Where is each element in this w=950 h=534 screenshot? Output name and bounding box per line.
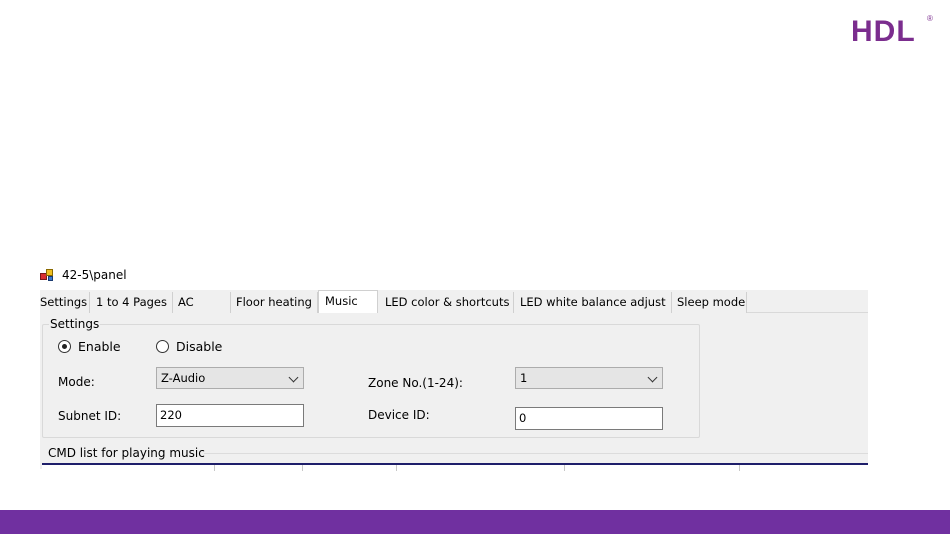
window-title-bar: 42-5\panel — [40, 265, 127, 285]
tab-ac[interactable]: AC — [173, 292, 231, 313]
tab-settings[interactable]: Settings — [40, 292, 90, 313]
column-divider — [396, 465, 397, 471]
device-id-input[interactable]: 0 — [515, 407, 663, 430]
tab-floor-heating[interactable]: Floor heating — [231, 292, 318, 313]
app-icon — [40, 268, 54, 282]
radio-checked-icon — [58, 340, 71, 353]
zone-value: 1 — [520, 371, 528, 385]
disable-radio[interactable]: Disable — [156, 339, 222, 354]
mode-select[interactable]: Z-Audio — [156, 367, 304, 389]
chevron-down-icon — [288, 372, 299, 383]
column-divider — [739, 465, 740, 471]
radio-unchecked-icon — [156, 340, 169, 353]
hdl-logo: HDL ® — [851, 14, 935, 48]
tab-led-white-balance[interactable]: LED white balance adjust — [514, 292, 672, 313]
tab-strip: Settings 1 to 4 Pages AC Floor heating M… — [40, 290, 868, 314]
logo-text: HDL — [851, 15, 916, 48]
column-divider — [214, 465, 215, 471]
zone-label: Zone No.(1-24): — [368, 376, 463, 390]
tab-led-color-shortcuts[interactable]: LED color & shortcuts — [378, 292, 514, 313]
disable-label: Disable — [176, 339, 223, 354]
column-divider — [302, 465, 303, 471]
tab-1-to-4-pages[interactable]: 1 to 4 Pages — [90, 292, 173, 313]
cmd-list-separator — [204, 453, 868, 454]
enable-label: Enable — [78, 339, 121, 354]
mode-label: Mode: — [58, 375, 95, 389]
mode-value: Z-Audio — [161, 371, 206, 385]
device-id-label: Device ID: — [368, 408, 430, 422]
panel-window: 42-5\panel Settings 1 to 4 Pages AC Floo… — [40, 265, 868, 471]
zone-select[interactable]: 1 — [515, 367, 663, 389]
cmd-list-grid[interactable] — [42, 463, 868, 471]
chevron-down-icon — [647, 372, 658, 383]
tab-sleep-mode[interactable]: Sleep mode — [672, 292, 747, 313]
window-title: 42-5\panel — [62, 268, 127, 282]
music-tab-content: Settings Enable Disable Mode: Z-Audio Zo… — [40, 313, 868, 471]
settings-legend: Settings — [49, 317, 101, 331]
settings-group: Settings Enable Disable Mode: Z-Audio Zo… — [42, 317, 700, 438]
registered-mark: ® — [927, 14, 933, 23]
cmd-list-label: CMD list for playing music — [48, 446, 205, 460]
enable-radio[interactable]: Enable — [58, 339, 121, 354]
footer-bar — [0, 510, 950, 534]
subnet-id-input[interactable]: 220 — [156, 404, 304, 427]
tab-music[interactable]: Music — [318, 290, 378, 314]
column-divider — [564, 465, 565, 471]
subnet-id-label: Subnet ID: — [58, 409, 122, 423]
